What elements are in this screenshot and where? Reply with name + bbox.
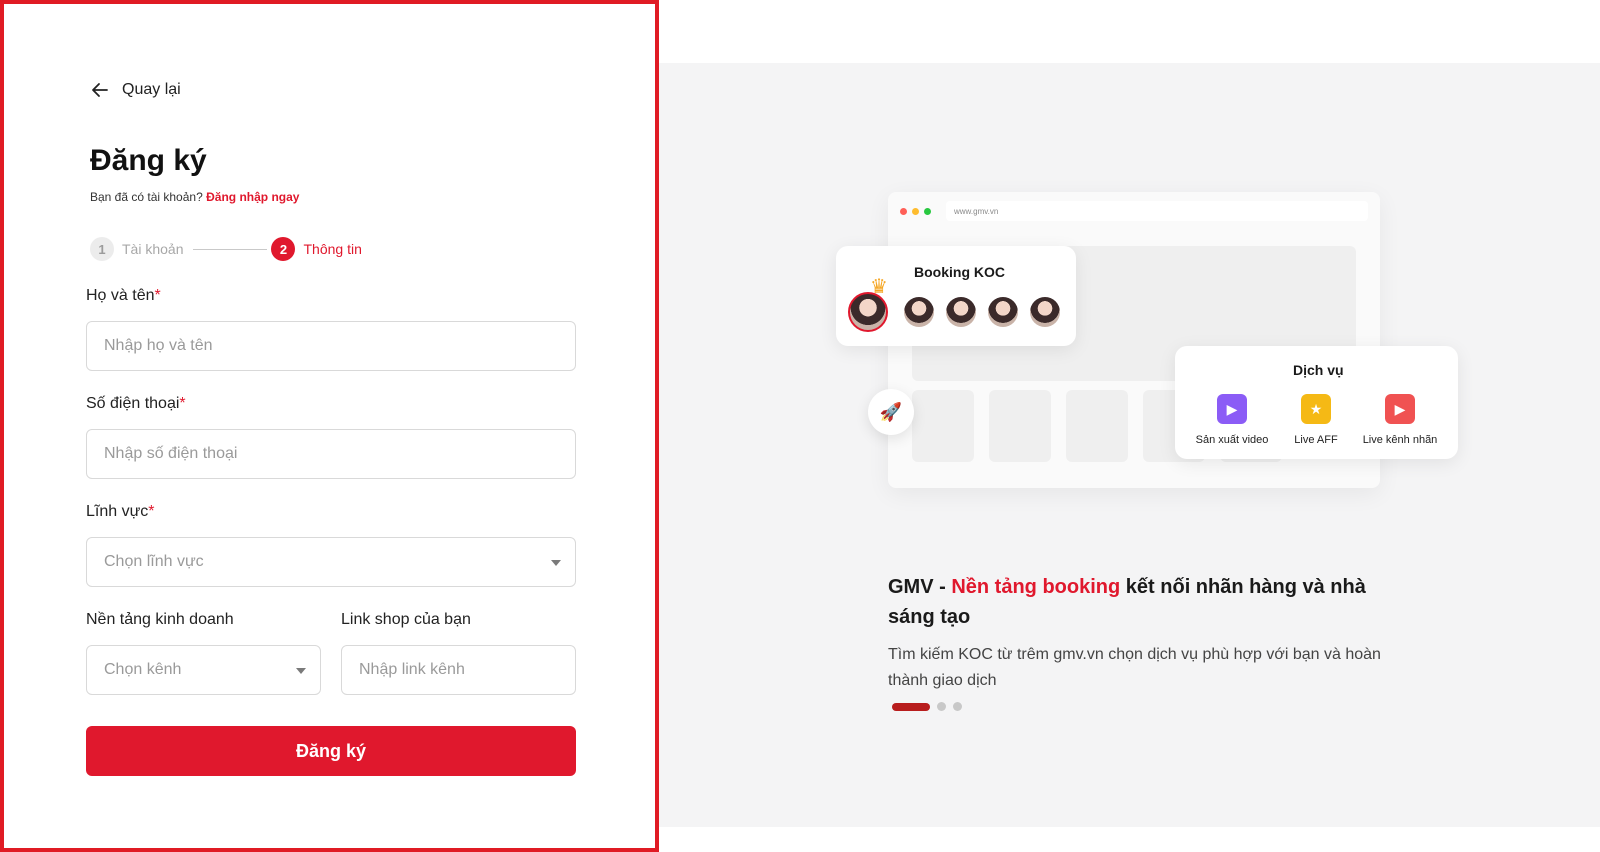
step-connector xyxy=(193,248,268,250)
rocket-icon: 🚀 xyxy=(868,389,914,435)
field-label-text: Lĩnh vực xyxy=(86,503,149,520)
full-name-label-text: Họ và tên xyxy=(86,287,155,304)
mock-tile xyxy=(989,390,1051,462)
shop-link-input[interactable]: Nhập link kênh xyxy=(341,645,576,695)
phone-label-text: Số điện thoại xyxy=(86,395,180,412)
shop-link-label: Link shop của bạn xyxy=(341,611,471,628)
window-dot-red xyxy=(900,207,907,215)
avatar xyxy=(848,292,888,332)
login-prompt-text: Bạn đã có tài khoản? xyxy=(90,190,203,204)
avatar xyxy=(946,297,976,327)
showcase-headline: GMV - Nền tảng booking kết nối nhãn hàng… xyxy=(888,572,1388,632)
star-folder-icon: ★ xyxy=(1301,394,1331,424)
chevron-down-icon xyxy=(296,668,306,674)
service-label: Live kênh nhãn xyxy=(1362,434,1438,446)
mock-tile xyxy=(912,390,974,462)
stepper: 1 Tài khoản 2 Thông tin xyxy=(90,237,362,261)
login-link[interactable]: Đăng nhập ngay xyxy=(206,190,299,204)
carousel-dot[interactable] xyxy=(937,702,946,711)
phone-label: Số điện thoại* xyxy=(86,395,186,413)
service-live-aff: ★ Live AFF xyxy=(1271,394,1361,446)
chevron-down-icon xyxy=(551,560,561,566)
service-video-production: ▶ Sản xuất video xyxy=(1187,394,1277,446)
required-mark: * xyxy=(148,503,155,520)
platform-select[interactable]: Chọn kênh xyxy=(86,645,321,695)
mock-tile xyxy=(1066,390,1128,462)
window-dot-yellow xyxy=(912,207,919,215)
service-live-brand-channel: ▶ Live kênh nhãn xyxy=(1355,394,1445,446)
platform-select-placeholder: Chọn kênh xyxy=(104,661,182,678)
avatar xyxy=(988,297,1018,327)
required-mark: * xyxy=(179,395,186,412)
back-link[interactable]: Quay lại xyxy=(90,80,181,100)
back-label: Quay lại xyxy=(122,81,181,98)
showcase-subtext: Tìm kiếm KOC từ trêm gmv.vn chọn dịch vụ… xyxy=(888,646,1381,689)
service-label: Sản xuất video xyxy=(1195,434,1269,446)
video-production-icon: ▶ xyxy=(1217,394,1247,424)
window-dot-green xyxy=(924,207,931,215)
services-title: Dịch vụ xyxy=(1293,362,1344,378)
step-1-circle[interactable]: 1 xyxy=(90,237,114,261)
headline-prefix: GMV - xyxy=(888,576,952,598)
phone-input[interactable]: Nhập số điện thoại xyxy=(86,429,576,479)
full-name-input[interactable]: Nhập họ và tên xyxy=(86,321,576,371)
field-label: Lĩnh vực* xyxy=(86,503,155,521)
avatar xyxy=(904,297,934,327)
step-1-label[interactable]: Tài khoản xyxy=(122,241,183,257)
carousel-dot[interactable] xyxy=(953,702,962,711)
url-bar: www.gmv.vn xyxy=(946,201,1368,221)
registration-panel: Quay lại Đăng ký Bạn đã có tài khoản? Đă… xyxy=(0,0,659,852)
step-2-label[interactable]: Thông tin xyxy=(303,241,361,257)
full-name-label: Họ và tên* xyxy=(86,287,161,305)
page-title: Đăng ký xyxy=(90,144,207,177)
carousel-pagination xyxy=(892,702,962,711)
required-mark: * xyxy=(154,287,161,304)
live-camera-icon: ▶ xyxy=(1385,394,1415,424)
platform-label: Nền tảng kinh doanh xyxy=(86,611,234,628)
headline-accent: Nền tảng booking xyxy=(951,576,1121,598)
avatar xyxy=(1030,297,1060,327)
arrow-left-icon xyxy=(92,83,108,97)
register-button[interactable]: Đăng ký xyxy=(86,726,576,776)
field-select[interactable]: Chọn lĩnh vực xyxy=(86,537,576,587)
booking-koc-card: Booking KOC ♛ xyxy=(836,246,1076,346)
login-prompt: Bạn đã có tài khoản? Đăng nhập ngay xyxy=(90,190,299,204)
booking-koc-title: Booking KOC xyxy=(914,264,1005,280)
step-2-circle[interactable]: 2 xyxy=(271,237,296,261)
field-select-placeholder: Chọn lĩnh vực xyxy=(104,553,204,570)
services-card: Dịch vụ ▶ Sản xuất video ★ Live AFF ▶ Li… xyxy=(1175,346,1458,459)
carousel-dot-active[interactable] xyxy=(892,702,930,711)
service-label: Live AFF xyxy=(1294,434,1338,446)
